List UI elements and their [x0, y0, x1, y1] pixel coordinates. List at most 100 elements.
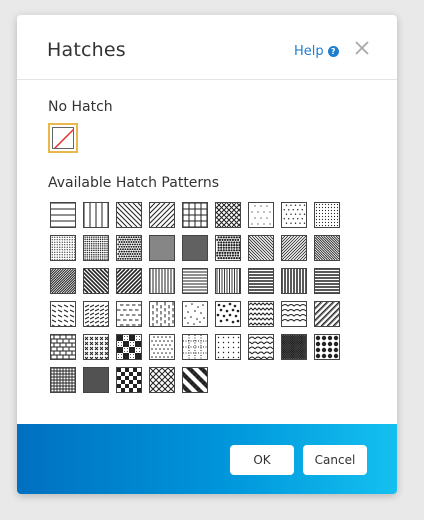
hatch-pattern-vertical-lines-dense[interactable] [215, 268, 241, 294]
hatch-pattern-dense-mesh[interactable] [281, 334, 307, 360]
pattern-row [50, 367, 350, 393]
hatch-pattern-diagonal-back-wide[interactable] [116, 202, 142, 228]
hatch-pattern-scales[interactable] [248, 334, 274, 360]
hatch-pattern-stipple-heavy[interactable] [215, 235, 241, 261]
hatch-pattern-wave[interactable] [281, 301, 307, 327]
grid-icon [183, 203, 207, 227]
pattern-row [50, 334, 350, 360]
horizontal-lines-bold-icon [249, 269, 273, 293]
hatch-pattern-stipple-medium[interactable] [83, 235, 109, 261]
stipple-darker-icon [150, 236, 174, 260]
hatch-pattern-grid-dotted[interactable] [182, 334, 208, 360]
dots-dense-icon [315, 203, 339, 227]
dialog-header: Hatches Help ? [17, 15, 397, 80]
hatch-pattern-brick[interactable] [50, 334, 76, 360]
hatch-pattern-gravel[interactable] [215, 301, 241, 327]
hatch-pattern-dashes-diagonal-2[interactable] [83, 301, 109, 327]
pattern-row [50, 268, 350, 294]
horizontal-lines-wide-icon [51, 203, 75, 227]
hatch-pattern-diagonal-fwd-bold[interactable] [116, 268, 142, 294]
hatch-pattern-stipple-darker[interactable] [149, 235, 175, 261]
scales-icon [249, 335, 273, 359]
diamond-lattice-icon [150, 368, 174, 392]
pattern-row [50, 235, 350, 261]
hatch-pattern-horizontal-lines-bold[interactable] [248, 268, 274, 294]
vertical-lines-dense-icon [216, 269, 240, 293]
hatch-pattern-diagonal-back-fine[interactable] [248, 235, 274, 261]
hatch-pattern-diagonal-double[interactable] [314, 301, 340, 327]
checkerboard-icon [117, 368, 141, 392]
brick-dashes-icon [117, 302, 141, 326]
hatch-pattern-dots-regular[interactable] [215, 334, 241, 360]
diagonal-double-icon [315, 302, 339, 326]
stipple-heavy-icon [216, 236, 240, 260]
hatch-pattern-stipple-darkest[interactable] [182, 235, 208, 261]
hatch-pattern-dashes-vertical[interactable] [149, 301, 175, 327]
dots-regular-icon [216, 335, 240, 359]
dashes-diagonal-2-icon [84, 302, 108, 326]
no-hatch-swatch[interactable] [48, 123, 78, 153]
close-icon[interactable] [353, 39, 371, 57]
hatch-pattern-fine-grid[interactable] [50, 367, 76, 393]
hatch-pattern-grid[interactable] [182, 202, 208, 228]
dots-scattered-icon [150, 335, 174, 359]
hatch-pattern-diagonal-fwd-wide[interactable] [149, 202, 175, 228]
dense-mesh-icon [282, 335, 306, 359]
dashes-vertical-icon [150, 302, 174, 326]
hatch-pattern-horizontal-lines[interactable] [182, 268, 208, 294]
hatch-pattern-dashes-diagonal[interactable] [50, 301, 76, 327]
fine-grid-icon [51, 368, 75, 392]
hatch-pattern-diagonal-fwd-fine[interactable] [281, 235, 307, 261]
stipple-dark-icon [117, 236, 141, 260]
brick-icon [51, 335, 75, 359]
ok-button[interactable]: OK [230, 445, 294, 475]
hatch-pattern-checker-coarse[interactable] [116, 334, 142, 360]
horizontal-lines-thick-icon [315, 269, 339, 293]
diagonal-fwd-fine-icon [282, 236, 306, 260]
hatch-pattern-fine-mesh[interactable] [83, 367, 109, 393]
hatch-pattern-dots-dense[interactable] [314, 202, 340, 228]
hatch-pattern-dots-medium[interactable] [281, 202, 307, 228]
hatch-pattern-horizontal-lines-wide[interactable] [50, 202, 76, 228]
diagonal-cross-icon [216, 203, 240, 227]
pattern-row [50, 202, 350, 228]
hatch-pattern-horizontal-lines-thick[interactable] [314, 268, 340, 294]
question-circle-icon: ? [327, 46, 339, 57]
hatch-pattern-dots-sparse[interactable] [248, 202, 274, 228]
hatch-pattern-sand[interactable] [182, 301, 208, 327]
hatch-pattern-diagonal-back-dense[interactable] [314, 235, 340, 261]
dashes-diagonal-icon [51, 302, 75, 326]
hatch-pattern-diagonal-back-bold[interactable] [83, 268, 109, 294]
hatch-pattern-vertical-lines-bold[interactable] [281, 268, 307, 294]
hatch-pattern-dots-scattered[interactable] [149, 334, 175, 360]
help-link[interactable]: Help ? [294, 44, 339, 59]
stipple-medium-icon [84, 236, 108, 260]
hatch-pattern-stipple-fine[interactable] [50, 235, 76, 261]
fine-mesh-icon [84, 368, 108, 392]
hatch-pattern-diagonal-fwd-dense[interactable] [50, 268, 76, 294]
checker-coarse-icon [117, 335, 141, 359]
diagonal-back-wide-icon [117, 203, 141, 227]
hatch-pattern-diamond-lattice[interactable] [149, 367, 175, 393]
hatch-pattern-stipple-dark[interactable] [116, 235, 142, 261]
horizontal-lines-icon [183, 269, 207, 293]
hatch-pattern-brick-dashes[interactable] [116, 301, 142, 327]
hatch-pattern-diamond-checker[interactable] [182, 367, 208, 393]
no-hatch-slash-icon [52, 127, 74, 149]
hatch-pattern-vertical-lines-wide[interactable] [83, 202, 109, 228]
sand-icon [183, 302, 207, 326]
hatch-pattern-vertical-lines[interactable] [149, 268, 175, 294]
hatch-pattern-crosshatch-dash[interactable] [83, 334, 109, 360]
vertical-lines-bold-icon [282, 269, 306, 293]
grid-dotted-icon [183, 335, 207, 359]
diagonal-back-bold-icon [84, 269, 108, 293]
cancel-button[interactable]: Cancel [303, 445, 367, 475]
gravel-icon [216, 302, 240, 326]
diagonal-back-dense-icon [315, 236, 339, 260]
hatch-pattern-checkerboard[interactable] [116, 367, 142, 393]
hatch-pattern-zigzag[interactable] [248, 301, 274, 327]
available-patterns-label: Available Hatch Patterns [48, 175, 220, 191]
dots-medium-icon [282, 203, 306, 227]
hatch-pattern-circles[interactable] [314, 334, 340, 360]
hatch-pattern-diagonal-cross[interactable] [215, 202, 241, 228]
